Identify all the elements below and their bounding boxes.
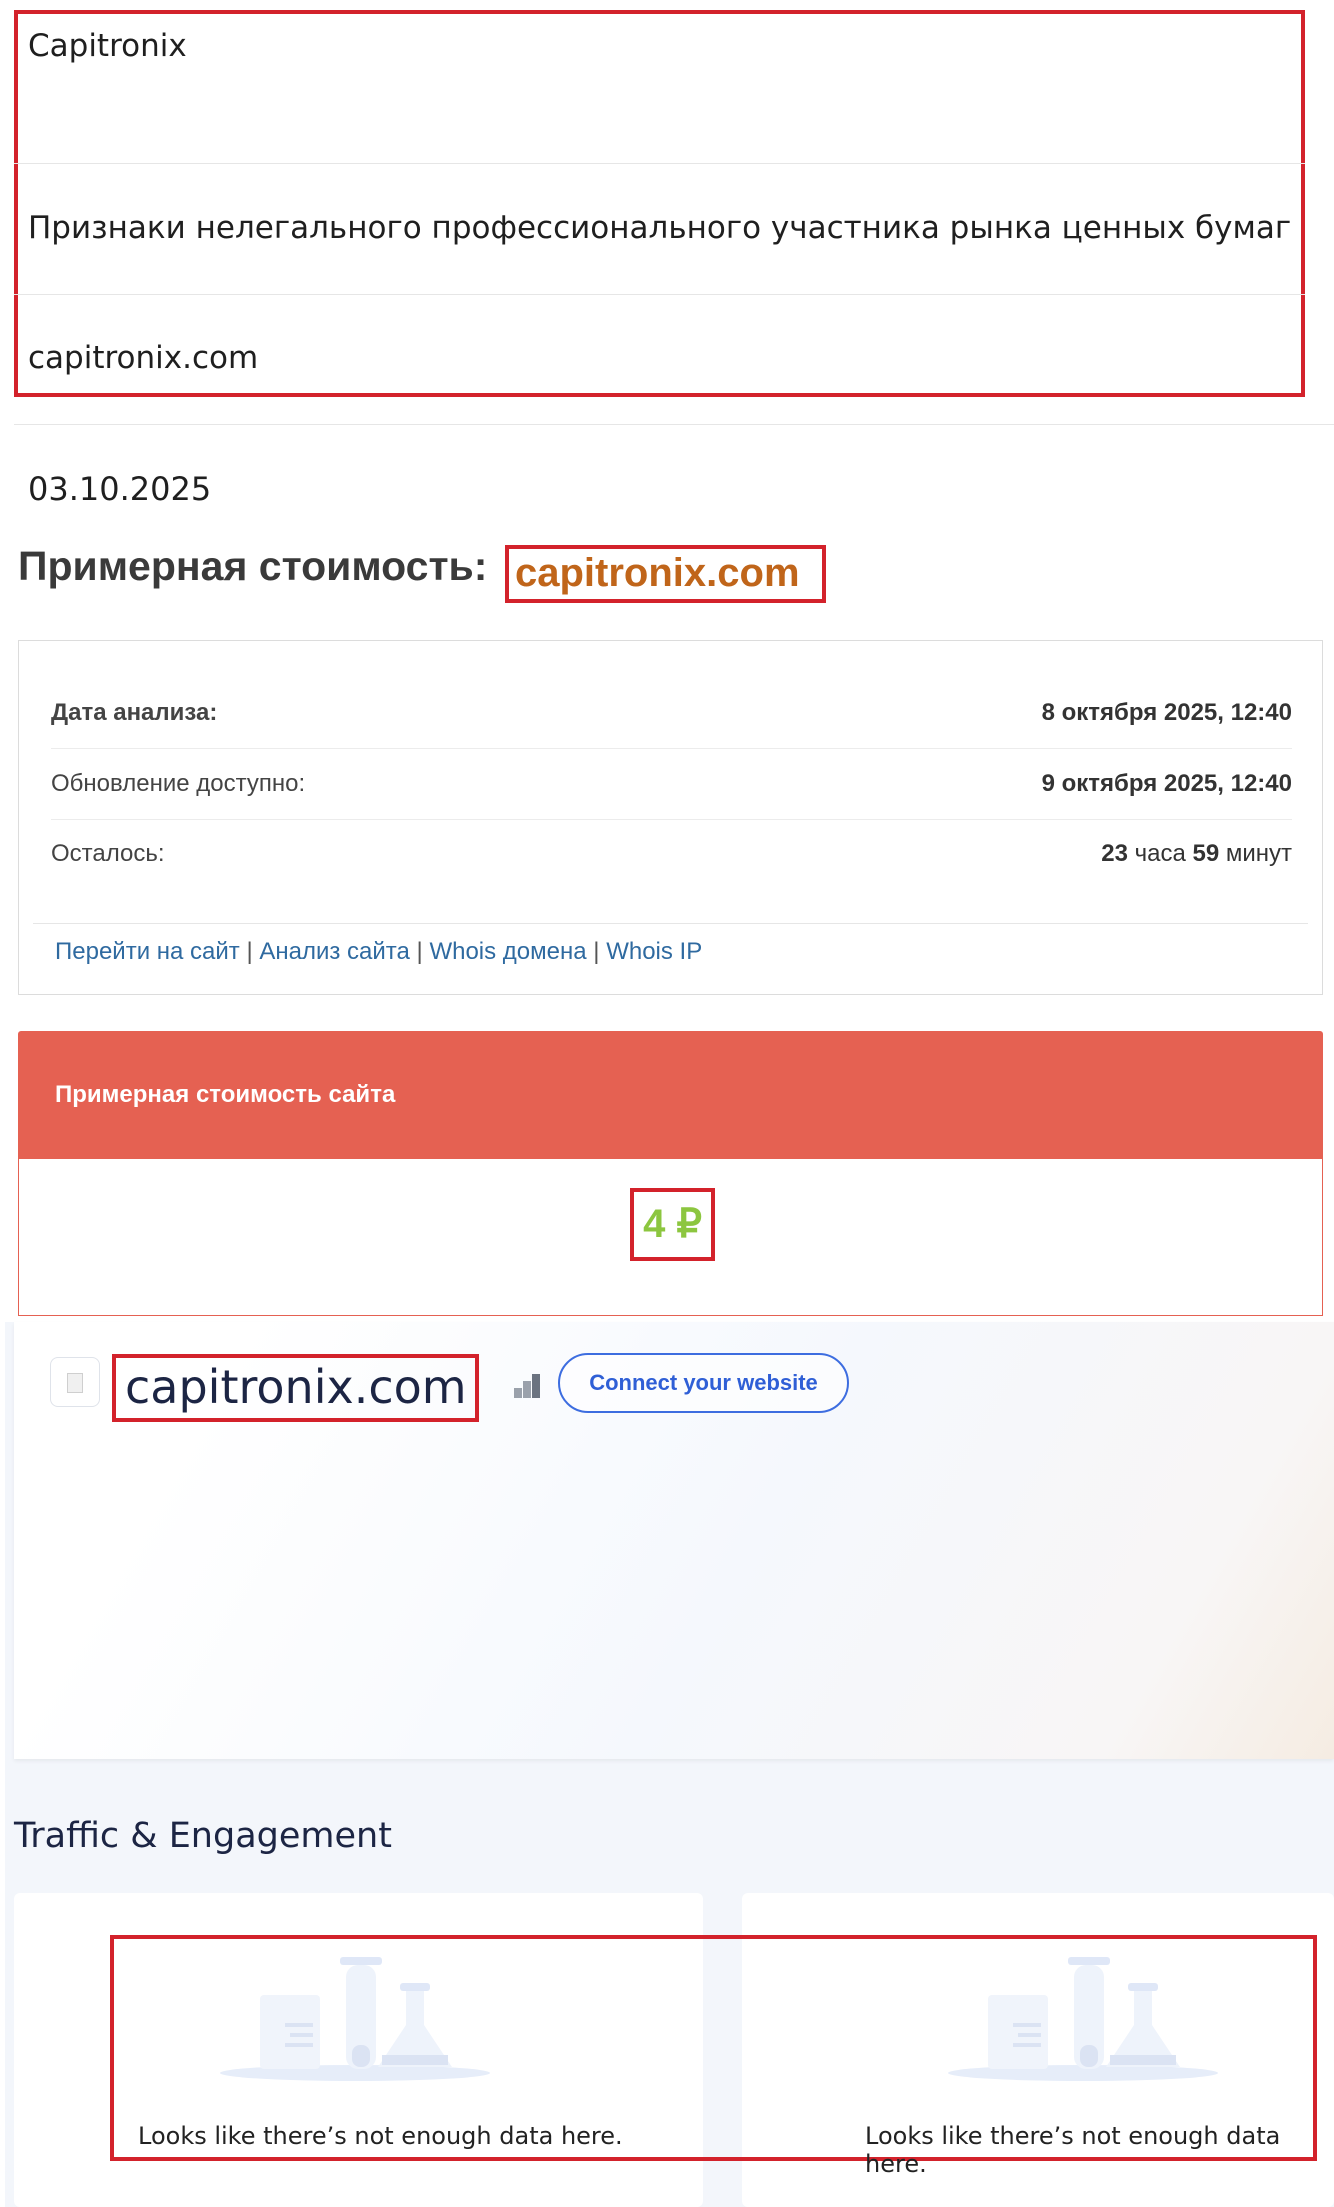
divider (14, 163, 1305, 164)
analysis-date-row: Дата анализа: 8 октября 2025, 12:40 (51, 678, 1292, 749)
publish-date: 03.10.2025 (28, 470, 212, 508)
domain-text: capitronix.com (28, 340, 259, 376)
link-separator: | (246, 938, 253, 965)
empty-data-message: Looks like there’s not enough data here. (138, 2122, 623, 2150)
link-separator: | (416, 938, 423, 965)
update-row: Обновление доступно: 9 октября 2025, 12:… (51, 749, 1292, 820)
file-icon (67, 1373, 83, 1393)
traffic-section-title: Traffic & Engagement (14, 1816, 392, 1856)
panel-links: Перейти на сайт | Анализ сайта | Whois д… (55, 938, 702, 966)
remaining-row: Осталось: 23 часа 59 минут (51, 819, 1292, 889)
remaining-value: 23 часа 59 минут (1101, 840, 1292, 868)
link-whois-domain[interactable]: Whois домена (429, 938, 586, 965)
price-header: Примерная стоимость сайта (18, 1031, 1323, 1159)
cost-title: Примерная стоимость: (18, 543, 488, 589)
link-go-to-site[interactable]: Перейти на сайт (55, 938, 240, 965)
link-whois-ip[interactable]: Whois IP (606, 938, 702, 965)
link-site-analysis[interactable]: Анализ сайта (259, 938, 410, 965)
connect-website-button[interactable]: Connect your website (558, 1353, 849, 1413)
cost-domain: capitronix.com (515, 551, 800, 595)
divider (14, 424, 1334, 425)
update-label: Обновление доступно: (51, 770, 306, 797)
remaining-minutes: 59 (1192, 840, 1220, 867)
analysis-panel: Дата анализа: 8 октября 2025, 12:40 Обно… (18, 640, 1323, 995)
remaining-minutes-word: минут (1225, 840, 1292, 867)
category-text: Признаки нелегального профессионального … (28, 210, 1292, 246)
remaining-hours: 23 (1101, 840, 1128, 867)
link-separator: | (593, 938, 600, 965)
divider (33, 923, 1308, 924)
analysis-date-value: 8 октября 2025, 12:40 (1041, 699, 1292, 726)
empty-data-message: Looks like there’s not enough data here. (865, 2122, 1281, 2178)
update-value: 9 октября 2025, 12:40 (1041, 770, 1292, 797)
company-name: Capitronix (28, 28, 187, 64)
site-domain: capitronix.com (125, 1360, 467, 1414)
remaining-label: Осталось: (51, 840, 165, 867)
info-highlight-box (14, 10, 1305, 397)
remaining-hours-word: часа (1134, 840, 1186, 867)
divider (14, 294, 1305, 295)
rank-bars-icon (514, 1374, 540, 1398)
price-value: 4 ₽ (643, 1202, 702, 1246)
analysis-date-label: Дата анализа: (51, 699, 218, 726)
